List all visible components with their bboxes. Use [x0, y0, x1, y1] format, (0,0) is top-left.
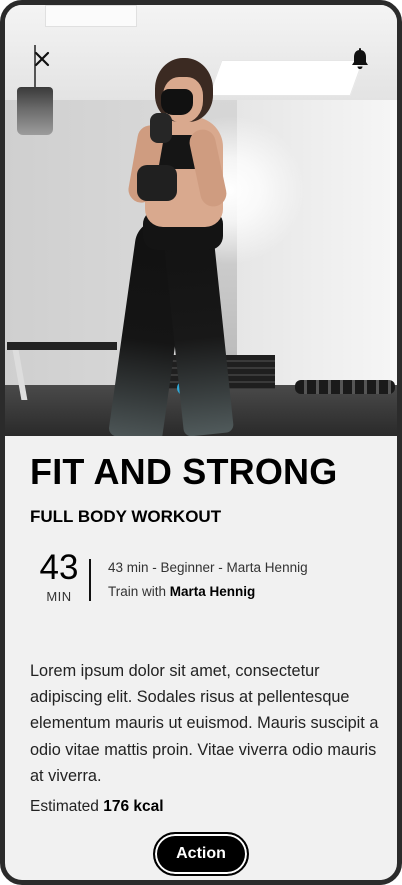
athlete-mask: [161, 89, 193, 115]
workout-meta: 43 min - Beginner - Marta Hennig Train w…: [108, 559, 378, 601]
dumbbell: [150, 113, 172, 143]
calories-prefix: Estimated: [30, 798, 104, 815]
meta-summary: 43 min - Beginner - Marta Hennig: [108, 560, 308, 575]
notifications-button[interactable]: [346, 45, 374, 73]
duration-value: 43: [39, 548, 79, 587]
duration-unit: MIN: [46, 589, 72, 604]
stat-divider: [89, 559, 91, 601]
ceiling-light: [208, 60, 364, 96]
calories-estimate: Estimated 176 kcal: [30, 798, 164, 816]
action-button[interactable]: Action: [153, 832, 249, 876]
phone-frame: FIT AND STRONG FULL BODY WORKOUT 43 MIN …: [0, 0, 402, 885]
close-button[interactable]: [28, 45, 56, 73]
trainer-name: Marta Hennig: [169, 584, 256, 599]
hero-image: [5, 5, 397, 436]
trainer-prefix: Train with: [108, 584, 170, 599]
bell-icon: [352, 48, 368, 69]
duration-stat: 43 MIN: [30, 549, 88, 605]
ceiling-light: [45, 5, 137, 27]
trainer-line: Train with Marta Hennig: [108, 583, 378, 601]
calories-value: 176 kcal: [103, 798, 164, 815]
hanging-lamp: [17, 87, 53, 135]
workout-description: Lorem ipsum dolor sit amet, consectetur …: [30, 662, 379, 785]
close-icon: [34, 51, 50, 67]
dumbbell-rack: [295, 380, 395, 394]
gym-bench: [7, 342, 117, 350]
dumbbell: [137, 165, 177, 201]
workout-subtitle: FULL BODY WORKOUT: [30, 507, 222, 526]
workout-title: FIT AND STRONG: [30, 451, 338, 492]
